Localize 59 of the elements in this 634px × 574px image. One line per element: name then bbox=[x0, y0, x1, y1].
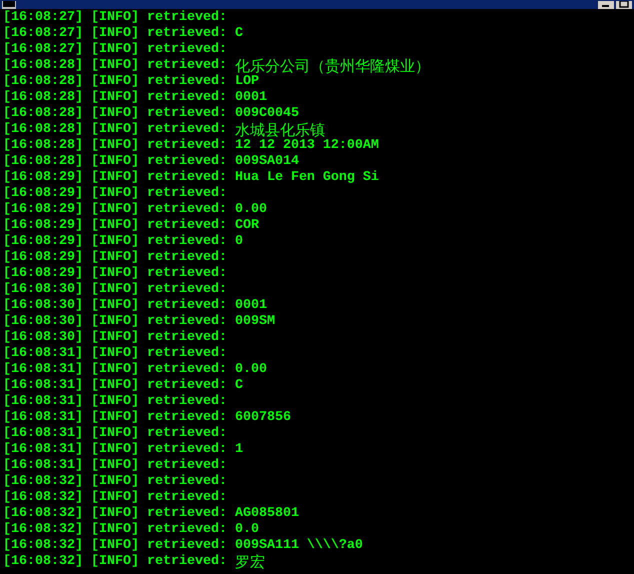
log-prefix: [16:08:28] [INFO] retrieved: bbox=[3, 58, 227, 74]
retrieved-value: 0.0 bbox=[234, 522, 259, 538]
retrieved-value: 0.00 bbox=[234, 202, 267, 218]
retrieved-value: 0001 bbox=[234, 298, 267, 314]
log-prefix: [16:08:28] [INFO] retrieved: bbox=[3, 74, 227, 90]
retrieved-value: 罗宏 bbox=[234, 554, 265, 570]
log-prefix: [16:08:29] [INFO] retrieved: bbox=[3, 250, 227, 266]
log-prefix: [16:08:28] [INFO] retrieved: bbox=[3, 106, 227, 122]
retrieved-value: 009SA014 bbox=[234, 154, 299, 170]
log-prefix: [16:08:31] [INFO] retrieved: bbox=[3, 458, 227, 474]
log-prefix: [16:08:32] [INFO] retrieved: bbox=[3, 474, 227, 490]
log-prefix: [16:08:28] [INFO] retrieved: bbox=[3, 154, 227, 170]
log-prefix: [16:08:27] [INFO] retrieved: bbox=[3, 26, 227, 42]
retrieved-value: 12 12 2013 12:00AM bbox=[234, 138, 379, 154]
log-prefix: [16:08:32] [INFO] retrieved: bbox=[3, 490, 227, 506]
log-prefix: [16:08:28] [INFO] retrieved: bbox=[3, 90, 227, 106]
retrieved-value: 化乐分公司（贵州华隆煤业） bbox=[234, 58, 430, 74]
log-prefix: [16:08:29] [INFO] retrieved: bbox=[3, 186, 227, 202]
retrieved-value: Hua Le Fen Gong Si bbox=[234, 170, 379, 186]
log-prefix: [16:08:29] [INFO] retrieved: bbox=[3, 202, 227, 218]
log-prefix: [16:08:30] [INFO] retrieved: bbox=[3, 314, 227, 330]
retrieved-value: C bbox=[234, 378, 243, 394]
log-prefix: [16:08:30] [INFO] retrieved: bbox=[3, 330, 227, 346]
log-prefix: [16:08:31] [INFO] retrieved: bbox=[3, 426, 227, 442]
retrieved-value: 0001 bbox=[234, 90, 267, 106]
log-prefix: [16:08:30] [INFO] retrieved: bbox=[3, 282, 227, 298]
log-prefix: [16:08:31] [INFO] retrieved: bbox=[3, 394, 227, 410]
log-prefix: [16:08:31] [INFO] retrieved: bbox=[3, 410, 227, 426]
log-prefix: [16:08:27] [INFO] retrieved: bbox=[3, 10, 227, 26]
retrieved-value: AG085801 bbox=[234, 506, 299, 522]
log-prefix: [16:08:30] [INFO] retrieved: bbox=[3, 298, 227, 314]
retrieved-value: 1 bbox=[234, 442, 243, 458]
log-prefix: [16:08:29] [INFO] retrieved: bbox=[3, 170, 227, 186]
log-prefix: [16:08:29] [INFO] retrieved: bbox=[3, 234, 227, 250]
log-prefix: [16:08:29] [INFO] retrieved: bbox=[3, 218, 227, 234]
log-prefix: [16:08:28] [INFO] retrieved: bbox=[3, 138, 227, 154]
retrieved-value: 0 bbox=[234, 234, 243, 250]
retrieved-value: 水城县化乐镇 bbox=[234, 122, 325, 138]
log-prefix: [16:08:29] [INFO] retrieved: bbox=[3, 266, 227, 282]
minimize-button[interactable] bbox=[598, 1, 614, 9]
retrieved-value: 009C0045 bbox=[234, 106, 299, 122]
retrieved-value: 0.00 bbox=[234, 362, 267, 378]
retrieved-value: 6007856 bbox=[234, 410, 291, 426]
log-prefix: [16:08:27] [INFO] retrieved: bbox=[3, 42, 227, 58]
log-prefix: [16:08:31] [INFO] retrieved: bbox=[3, 442, 227, 458]
retrieved-value: COR bbox=[234, 218, 259, 234]
retrieved-value: 009SA111 \\\\?a0 bbox=[234, 538, 363, 554]
log-prefix: [16:08:32] [INFO] retrieved: bbox=[3, 554, 227, 570]
log-prefix: [16:08:31] [INFO] retrieved: bbox=[3, 378, 227, 394]
log-prefix: [16:08:31] [INFO] retrieved: bbox=[3, 362, 227, 378]
retrieved-value: C bbox=[234, 26, 243, 42]
log-prefix: [16:08:31] [INFO] retrieved: bbox=[3, 346, 227, 362]
log-prefix: [16:08:32] [INFO] retrieved: bbox=[3, 538, 227, 554]
log-prefix: [16:08:32] [INFO] retrieved: bbox=[3, 506, 227, 522]
retrieved-value: LOP bbox=[234, 74, 259, 90]
maximize-button[interactable] bbox=[616, 1, 632, 9]
log-prefix: [16:08:32] [INFO] retrieved: bbox=[3, 522, 227, 538]
retrieved-value: 009SM bbox=[234, 314, 275, 330]
log-prefix: [16:08:28] [INFO] retrieved: bbox=[3, 122, 227, 138]
